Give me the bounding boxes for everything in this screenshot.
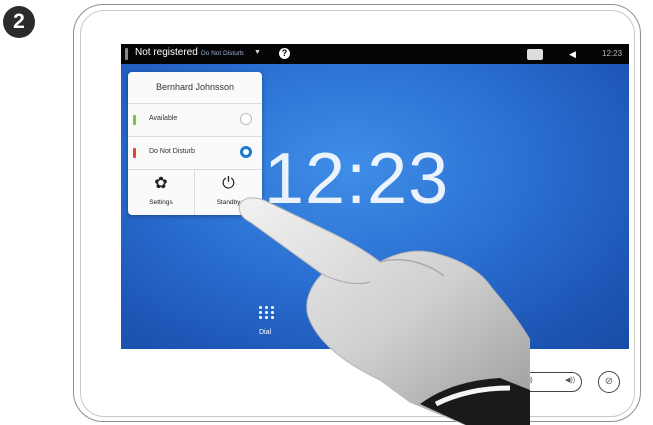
touch-screen: Not registered Do Not Disturb ▼ ? ◀ 12:2… [121,44,629,349]
status-indicator [125,48,128,60]
menu-item-do-not-disturb[interactable]: Do Not Disturb [128,137,262,170]
dnd-status-text[interactable]: Do Not Disturb [201,50,244,57]
messages-label[interactable]: ges [485,330,496,337]
dnd-color-bar [133,148,136,158]
clock-display: 12:23 [264,139,450,219]
standby-button[interactable]: ⏻ Standby [195,170,262,215]
registration-status[interactable]: Not registered [135,47,198,58]
available-radio[interactable] [240,113,252,125]
volume-up-icon[interactable]: ◀)) [565,376,575,384]
speaker-icon[interactable]: ◀ [569,49,576,60]
step-number-badge: 2 [3,6,35,38]
menu-item-label: Do Not Disturb [149,148,195,155]
voicemail-icon[interactable] [473,311,495,325]
chevron-down-icon[interactable]: ▼ [254,49,261,56]
standby-label: Standby [216,199,241,206]
dial-label[interactable]: Dial [259,329,271,336]
available-color-bar [133,115,136,125]
volume-control[interactable]: ◀) ◀)) [514,372,582,392]
help-icon[interactable]: ? [279,48,290,59]
gear-icon: ✿ [154,175,168,192]
menu-user-name: Bernhard Johnsson [128,72,262,104]
contacts-icon[interactable] [527,49,543,60]
menu-item-label: Available [149,115,178,122]
mute-microphone-button[interactable]: ⊘ [598,371,620,393]
power-icon: ⏻ [222,175,235,192]
dnd-radio[interactable] [240,146,252,158]
menu-item-available[interactable]: Available [128,104,262,137]
status-bar: Not registered Do Not Disturb ▼ ? ◀ 12:2… [121,44,629,64]
status-menu: Bernhard Johnsson Available Do Not Distu… [128,72,262,215]
volume-down-icon[interactable]: ◀) [525,376,533,384]
status-time: 12:23 [602,49,623,58]
settings-button[interactable]: ✿ Settings [128,170,195,215]
dialpad-icon[interactable] [259,306,275,320]
settings-label: Settings [149,199,173,206]
